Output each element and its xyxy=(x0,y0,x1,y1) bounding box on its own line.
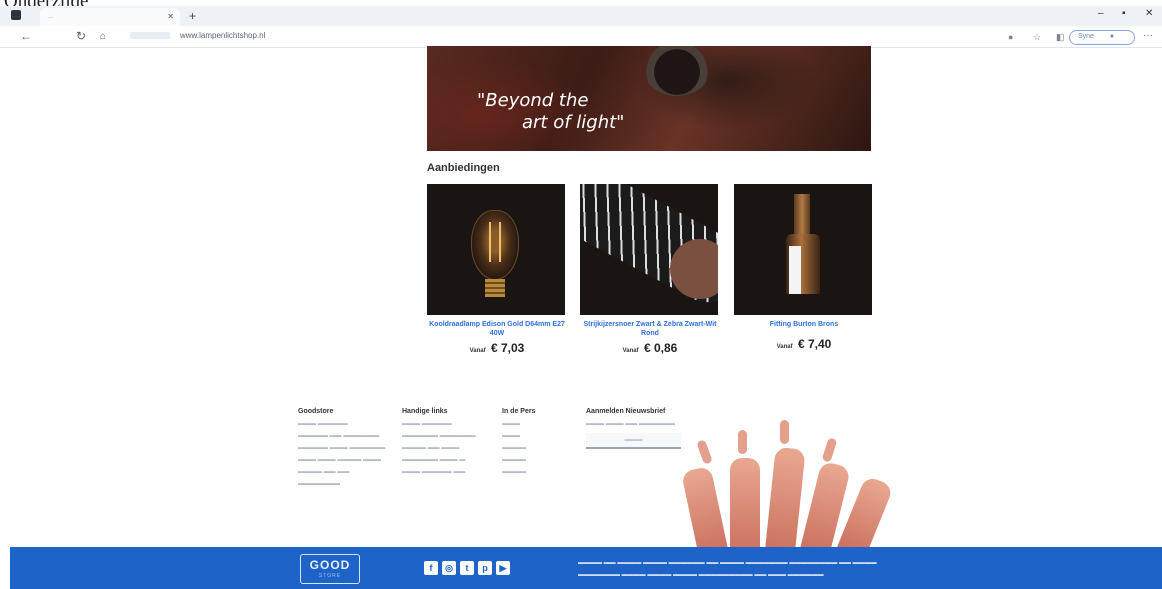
product-card[interactable]: Fitting Burton Brons Vanaf € 7,40 xyxy=(734,184,874,351)
footer-link[interactable]: ▬▬▬▬ xyxy=(502,457,535,463)
offers-title: Aanbiedingen xyxy=(427,162,500,174)
price-value: € 7,40 xyxy=(797,337,832,351)
youtube-icon[interactable]: ▶ xyxy=(496,561,510,575)
footer-heading: Aanmelden Nieuwsbrief xyxy=(586,408,666,415)
price-value: € 7,03 xyxy=(490,341,525,355)
facebook-icon[interactable]: f xyxy=(424,561,438,575)
browser-tab[interactable]: ... ✕ xyxy=(40,8,180,26)
footer-link[interactable]: ▬▬▬ ▬▬▬▬▬ xyxy=(402,421,476,427)
home-icon[interactable]: ⌂ xyxy=(100,31,106,42)
more-menu-icon[interactable]: ··· xyxy=(1143,30,1153,41)
footer-link[interactable]: ▬▬▬ ▬▬▬▬▬ xyxy=(298,421,385,427)
product-image-cord[interactable] xyxy=(580,184,718,315)
close-tab-icon[interactable]: ✕ xyxy=(167,12,174,21)
footer-link[interactable]: ▬▬▬▬▬ ▬▬▬ ▬▬▬▬▬▬ xyxy=(298,445,385,451)
reload-icon[interactable]: ↻ xyxy=(76,29,86,43)
footer-link[interactable]: ▬▬▬ ▬▬▬ ▬▬▬▬ ▬▬▬ xyxy=(298,457,385,463)
footer-link[interactable]: ▬▬▬ xyxy=(502,433,535,439)
pinterest-icon[interactable]: p xyxy=(478,561,492,575)
footer-heading: Handige links xyxy=(402,408,448,415)
price-from-label: Vanaf xyxy=(776,344,793,350)
back-icon[interactable]: ← xyxy=(20,29,32,43)
close-window-icon[interactable]: ✕ xyxy=(1145,8,1153,19)
read-aloud-icon[interactable]: ● xyxy=(1008,32,1013,42)
hero-lamp-image xyxy=(642,46,712,96)
avatar-icon: ● xyxy=(1109,33,1115,40)
footer-link[interactable]: ▬▬▬ ▬▬▬▬▬ ▬▬ xyxy=(402,469,476,475)
site-footer: GOOD STORE f ◎ t p ▶ ▬▬▬▬ ▬▬ ▬▬▬▬ ▬▬▬▬ ▬… xyxy=(10,547,1162,589)
product-card[interactable]: Strijkijzersnoer Zwart & Zebra Zwart-Wit… xyxy=(580,184,720,355)
footer-link[interactable]: ▬▬▬▬▬▬▬ xyxy=(298,481,385,487)
footer-link[interactable]: ▬▬▬▬ ▬▬ ▬▬▬ xyxy=(402,445,476,451)
profile-label: Syne xyxy=(1078,33,1094,40)
maximize-icon[interactable]: ▪ xyxy=(1122,8,1126,19)
product-price: Vanaf € 0,86 xyxy=(580,341,720,355)
footer-link[interactable]: ▬▬▬▬ xyxy=(502,445,535,451)
new-tab-icon[interactable]: + xyxy=(189,9,196,23)
product-image-fitting[interactable] xyxy=(734,184,872,315)
product-card[interactable]: Kooldraadlamp Edison Gold D64mm E27 40W … xyxy=(427,184,567,355)
page: Onderzijde ... ✕ + – ▪ ✕ ← ↻ ⌂ www.lampe… xyxy=(0,0,1162,589)
favorites-icon[interactable]: ☆ xyxy=(1033,32,1041,43)
footer-heading: In de Pers xyxy=(502,408,536,415)
goodstore-logo[interactable]: GOOD STORE xyxy=(300,554,360,584)
footer-column-handy-links: Handige links ▬▬▬ ▬▬▬▬▬ ▬▬▬▬▬▬ ▬▬▬▬▬▬ ▬▬… xyxy=(402,408,476,481)
site-info-icon[interactable] xyxy=(130,32,170,39)
footer-link[interactable]: ▬▬▬▬▬▬ ▬▬▬ ▬ xyxy=(402,457,476,463)
footer-link[interactable]: ▬▬▬▬ xyxy=(502,469,535,475)
hero-quote-line2: art of light" xyxy=(522,112,625,133)
price-from-label: Vanaf xyxy=(622,348,639,354)
product-price: Vanaf € 7,03 xyxy=(427,341,567,355)
browser-address-bar: ← ↻ ⌂ www.lampenlichtshop.nl ● ☆ ◧ Syne … xyxy=(0,26,1162,48)
product-name[interactable]: Fitting Burton Brons xyxy=(734,320,874,329)
footer-link[interactable]: ▬▬▬▬ ▬▬ ▬▬ xyxy=(298,469,385,475)
product-name[interactable]: Kooldraadlamp Edison Gold D64mm E27 40W xyxy=(427,320,567,338)
browser-tab-bar: ... ✕ + – ▪ ✕ xyxy=(0,6,1162,26)
product-price: Vanaf € 7,40 xyxy=(734,337,874,351)
footer-column-goodstore: Goodstore ▬▬▬ ▬▬▬▬▬ ▬▬▬▬▬ ▬▬ ▬▬▬▬▬▬ ▬▬▬▬… xyxy=(298,408,385,493)
hero-quote-line1: "Beyond the xyxy=(477,90,589,111)
price-value: € 0,86 xyxy=(643,341,678,355)
thumbs-up-photo xyxy=(660,420,900,548)
tab-title: ... xyxy=(48,13,54,20)
product-image-edison-bulb[interactable] xyxy=(427,184,565,315)
profile-button[interactable]: Syne ● xyxy=(1069,30,1135,45)
price-from-label: Vanaf xyxy=(469,348,486,354)
url-field[interactable]: www.lampenlichtshop.nl xyxy=(180,31,265,40)
product-name[interactable]: Strijkijzersnoer Zwart & Zebra Zwart-Wit… xyxy=(580,320,720,338)
twitter-icon[interactable]: t xyxy=(460,561,474,575)
footer-column-press: In de Pers ▬▬▬ ▬▬▬ ▬▬▬▬ ▬▬▬▬ ▬▬▬▬ xyxy=(502,408,535,481)
footer-link[interactable]: ▬▬▬▬▬▬ ▬▬▬▬▬▬ xyxy=(402,433,476,439)
footer-heading: Goodstore xyxy=(298,408,334,415)
minimize-icon[interactable]: – xyxy=(1098,8,1104,19)
instagram-icon[interactable]: ◎ xyxy=(442,561,456,575)
footer-cookie-notice: ▬▬▬▬ ▬▬ ▬▬▬▬ ▬▬▬▬ ▬▬▬▬▬▬ ▬▬ ▬▬▬▬ ▬▬▬▬▬▬▬… xyxy=(578,560,877,566)
footer-link[interactable]: ▬▬▬▬▬ ▬▬ ▬▬▬▬▬▬ xyxy=(298,433,385,439)
footer-copyright: ▬▬▬▬▬▬▬ ▬▬▬▬ ▬▬▬▬ ▬▬▬▬ ▬▬▬▬▬▬▬▬▬ ▬▬ ▬▬▬ … xyxy=(578,572,824,578)
window-menu-icon[interactable] xyxy=(11,10,21,20)
footer-link[interactable]: ▬▬▬ xyxy=(502,421,535,427)
hero-banner[interactable]: "Beyond the art of light" xyxy=(427,46,871,151)
collections-icon[interactable]: ◧ xyxy=(1056,32,1065,43)
